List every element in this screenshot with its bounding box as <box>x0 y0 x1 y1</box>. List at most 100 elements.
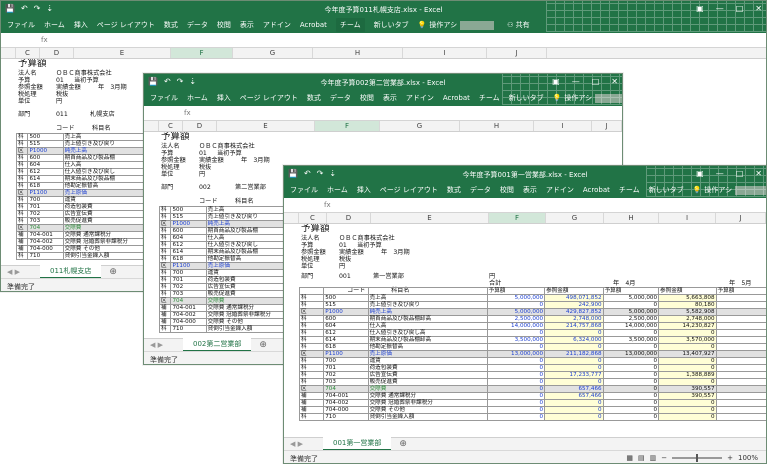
type-cell[interactable]: 区 <box>298 385 325 393</box>
code-cell[interactable]: 600 <box>27 154 64 162</box>
name-cell[interactable]: 仕入高 <box>367 322 488 330</box>
formula-bar[interactable]: fx <box>144 106 622 121</box>
name-cell[interactable]: 広告宣伝費 <box>367 371 488 379</box>
budget-may-cell[interactable] <box>715 406 766 414</box>
type-cell[interactable]: 補 <box>298 392 325 400</box>
name-cell[interactable]: 期首商品及び製品棚 <box>62 154 153 162</box>
tab-formulas[interactable]: 数式 <box>447 185 461 195</box>
type-cell[interactable]: 科 <box>298 301 325 309</box>
tab-insert[interactable]: 挿入 <box>357 185 371 195</box>
type-cell[interactable]: 補 <box>15 245 29 253</box>
budget-may-cell[interactable] <box>715 329 766 337</box>
ref-total-cell[interactable]: 0 <box>544 343 604 351</box>
code-cell[interactable]: 703 <box>27 217 64 225</box>
budget-april-cell[interactable]: 0 <box>602 329 660 337</box>
name-cell[interactable]: 交際費 冠婚葬祭非課税分 <box>62 238 153 246</box>
budget-total-cell[interactable]: 2,500,000 <box>486 315 546 323</box>
ref-total-cell[interactable]: 657,466 <box>544 392 604 400</box>
ref-total-cell[interactable]: 6,324,000 <box>544 336 604 344</box>
col-header[interactable]: I <box>534 121 592 131</box>
tab-nav-icon[interactable]: ◀ ▶ <box>7 268 20 276</box>
budget-col-header[interactable]: 予算額 <box>486 287 546 295</box>
name-cell[interactable]: 期首商品及び製品棚卸高 <box>367 315 488 323</box>
name-cell[interactable]: 売上原価 <box>367 350 488 358</box>
code-cell[interactable]: 700 <box>323 357 369 365</box>
code-cell[interactable]: 604 <box>27 161 64 169</box>
ribbon-options-icon[interactable]: ▣ <box>696 4 704 13</box>
type-cell[interactable]: 補 <box>15 231 29 239</box>
tab-insert[interactable]: 挿入 <box>74 20 88 30</box>
type-cell[interactable]: 科 <box>15 133 29 141</box>
col-header[interactable]: J <box>716 213 766 223</box>
code-cell[interactable]: 604 <box>323 322 369 330</box>
code-cell[interactable]: 710 <box>170 325 207 333</box>
budget-may-cell[interactable] <box>715 357 766 365</box>
ref-april-cell[interactable]: 0 <box>658 406 717 414</box>
type-cell[interactable]: 科 <box>298 413 325 421</box>
name-cell[interactable]: 他勘定振替高 <box>367 343 488 351</box>
tab-view[interactable]: 表示 <box>240 20 254 30</box>
budget-total-cell[interactable]: 14,000,000 <box>486 322 546 330</box>
code-cell[interactable]: 700 <box>170 269 207 277</box>
col-header[interactable]: F <box>489 213 546 223</box>
ref-april-cell[interactable]: 5,582,908 <box>658 308 717 316</box>
type-cell[interactable]: 科 <box>298 315 325 323</box>
name-cell[interactable]: 純売上高 <box>367 308 488 316</box>
tab-team[interactable]: チーム <box>619 185 640 195</box>
minimize-icon[interactable]: — <box>716 169 724 178</box>
budget-april-cell[interactable]: 0 <box>602 343 660 351</box>
col-header[interactable]: J <box>487 48 547 58</box>
formula-bar[interactable]: fx <box>284 198 766 213</box>
ref-total-cell[interactable]: 0 <box>544 406 604 414</box>
budget-april-cell[interactable]: 5,000,000 <box>602 308 660 316</box>
type-cell[interactable]: 科 <box>158 269 172 277</box>
maximize-icon[interactable]: □ <box>592 77 600 86</box>
code-cell[interactable]: P1000 <box>27 147 64 155</box>
tab-home[interactable]: ホーム <box>187 93 208 103</box>
col-header[interactable]: C <box>16 48 40 58</box>
name-cell[interactable]: 交際費 <box>62 224 153 232</box>
type-cell[interactable]: 科 <box>298 322 325 330</box>
tab-data[interactable]: データ <box>187 20 208 30</box>
code-cell[interactable]: 614 <box>27 175 64 183</box>
excel-window-first[interactable]: 💾 ↶ ↷ ⇣ 今年度予算001第一営業部.xlsx - Excel ▣ — □… <box>283 165 767 464</box>
ref-total-cell[interactable]: 211,182,868 <box>544 350 604 358</box>
ref-total-cell[interactable]: 657,466 <box>544 385 604 393</box>
ref-april-cell[interactable]: 3,570,000 <box>658 336 717 344</box>
col-header[interactable]: E <box>217 121 315 131</box>
type-cell[interactable]: 科 <box>298 294 325 302</box>
col-header[interactable]: E <box>371 213 489 223</box>
maximize-icon[interactable]: □ <box>736 169 744 178</box>
code-cell[interactable]: P1100 <box>27 189 64 197</box>
budget-total-cell[interactable]: 0 <box>486 364 546 372</box>
code-cell[interactable]: 515 <box>323 301 369 309</box>
tab-page-layout[interactable]: ページ レイアウト <box>380 185 438 195</box>
code-cell[interactable]: 604 <box>170 234 207 242</box>
name-cell[interactable]: 売上高 <box>367 294 488 302</box>
ref-april-cell[interactable]: 0 <box>658 364 717 372</box>
budget-total-cell[interactable]: 5,000,000 <box>486 308 546 316</box>
tab-home[interactable]: ホーム <box>327 185 348 195</box>
title-bar[interactable]: 💾 ↶ ↷ ⇣ 今年度予算001第一営業部.xlsx - Excel ▣ — □… <box>284 166 766 197</box>
tell-me-box[interactable]: 💡 操作アシ <box>418 20 495 30</box>
name-cell[interactable]: 交際費 通常課税分 <box>367 392 488 400</box>
ribbon-options-icon[interactable]: ▣ <box>552 77 560 86</box>
budget-april-cell[interactable]: 3,500,000 <box>602 336 660 344</box>
name-cell[interactable]: 交際費 その他 <box>62 245 153 253</box>
title-bar[interactable]: 💾 ↶ ↷ ⇣ 今年度予算002第二営業部.xlsx - Excel ▣ — □… <box>144 74 622 105</box>
sheet-grid[interactable]: 予算額 法人名 ＯＢＣ商事株式会社 予算 01 当初予算 参照金額 実績金額 年… <box>284 224 766 437</box>
budget-total-cell[interactable]: 0 <box>486 371 546 379</box>
budget-total-cell[interactable]: 0 <box>486 329 546 337</box>
budget-may-cell[interactable] <box>715 322 766 330</box>
code-cell[interactable]: 515 <box>170 213 207 221</box>
code-cell[interactable]: 702 <box>27 210 64 218</box>
code-cell[interactable]: 704-000 <box>170 318 207 326</box>
ref-col-header[interactable]: 参照金額 <box>658 287 717 295</box>
type-cell[interactable]: 科 <box>158 206 172 214</box>
blank-cell[interactable] <box>367 287 488 295</box>
name-cell[interactable]: 期末商品及び製品棚 <box>62 175 153 183</box>
ref-total-cell[interactable]: 2,748,000 <box>544 315 604 323</box>
type-cell[interactable]: 科 <box>158 283 172 291</box>
col-header[interactable]: J <box>592 121 622 131</box>
maximize-icon[interactable]: □ <box>736 4 744 13</box>
